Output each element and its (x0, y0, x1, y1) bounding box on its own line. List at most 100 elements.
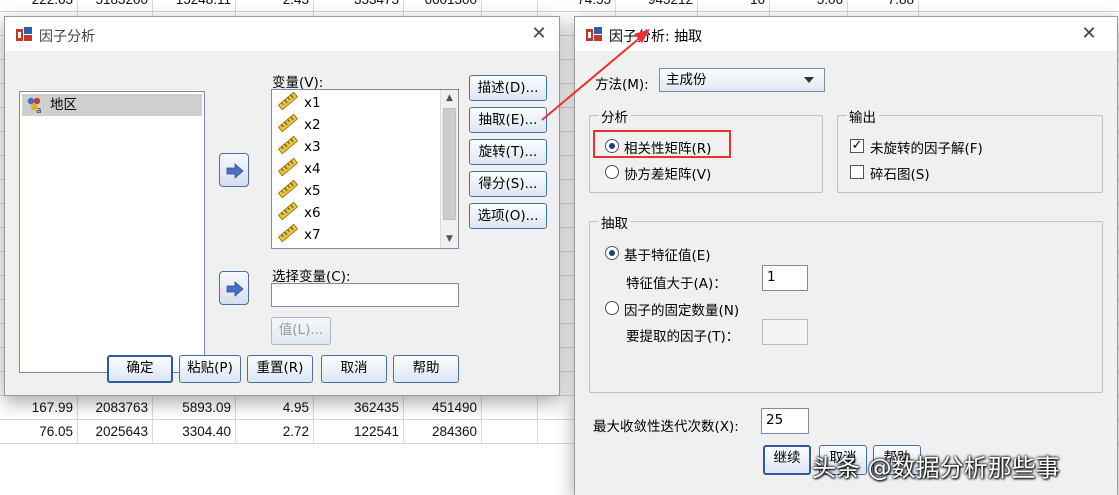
unrotated-solution-checkbox[interactable]: ✓ (850, 139, 864, 153)
sheet-cell[interactable]: 2.72 (236, 420, 314, 444)
list-item[interactable]: a 地区 (22, 94, 202, 116)
sheet-cell[interactable]: 5.06 (770, 0, 848, 12)
scroll-thumb[interactable] (443, 108, 456, 220)
scale-variable-icon (278, 158, 298, 176)
eigenvalue-radio[interactable] (605, 246, 619, 260)
close-icon[interactable]: ✕ (525, 21, 553, 47)
eigenvalue-threshold-field[interactable]: 1 (762, 265, 808, 291)
variable-item[interactable]: x2 (278, 114, 321, 136)
selection-variable-label: 选择变量(C): (272, 269, 351, 285)
sheet-cell[interactable] (482, 420, 538, 444)
title-bar[interactable]: 因子分析 ✕ (5, 17, 559, 51)
max-iterations-field[interactable]: 25 (761, 408, 809, 434)
sheet-cell[interactable] (482, 396, 538, 420)
sheet-cell[interactable]: 3304.40 (153, 420, 236, 444)
fixed-factors-radio[interactable] (605, 301, 619, 315)
help-button[interactable]: 帮助 (393, 355, 459, 383)
reset-button[interactable]: 重置(R) (247, 355, 313, 383)
chevron-down-icon (804, 77, 814, 83)
variable-label: x7 (304, 227, 321, 243)
sheet-cell[interactable]: 5893.09 (153, 396, 236, 420)
covariance-matrix-label[interactable]: 协方差矩阵(V) (624, 163, 711, 183)
scroll-up-icon[interactable]: ▲ (441, 90, 458, 107)
spss-app-icon (16, 27, 32, 41)
max-iterations-label: 最大收敛性迭代次数(X): (593, 419, 739, 435)
scale-variable-icon (278, 114, 298, 132)
extract-group-title: 抽取 (598, 212, 631, 232)
source-variable-list[interactable]: a 地区 (19, 91, 205, 373)
sheet-cell[interactable]: 122541 (314, 420, 404, 444)
sheet-cell[interactable]: 74.55 (538, 0, 616, 12)
spss-app-icon (586, 27, 602, 41)
selection-variable-field[interactable] (271, 283, 459, 307)
variable-item[interactable]: x6 (278, 202, 321, 224)
list-item-label: 地区 (50, 97, 77, 113)
factors-to-extract-field[interactable] (762, 319, 808, 345)
move-to-selection-button[interactable] (219, 271, 249, 305)
sheet-cell[interactable]: 362435 (314, 396, 404, 420)
sheet-cell[interactable]: 7.88 (848, 0, 919, 12)
sheet-row: 222.63518320015248.112.433334736601300 74… (0, 0, 1119, 12)
sheet-cell[interactable]: 167.99 (0, 396, 78, 420)
title-bar[interactable]: 因子分析: 抽取 ✕ (575, 17, 1117, 51)
scree-plot-label[interactable]: 碎石图(S) (870, 163, 930, 183)
variable-label: x1 (304, 95, 321, 111)
sheet-cell[interactable]: 451490 (404, 396, 482, 420)
scroll-down-icon[interactable]: ▼ (441, 231, 458, 248)
extract-button[interactable]: 抽取(E)... (469, 107, 547, 133)
fixed-factors-option-label[interactable]: 因子的固定数量(N) (624, 299, 739, 319)
sheet-cell[interactable]: 2025643 (78, 420, 153, 444)
sheet-cell[interactable]: 5183200 (78, 0, 153, 12)
method-label: 方法(M): (595, 77, 649, 93)
unrotated-solution-label[interactable]: 未旋转的因子解(F) (870, 137, 983, 157)
variable-label: x2 (304, 117, 321, 133)
ok-button[interactable]: 确定 (107, 355, 173, 383)
score-button[interactable]: 得分(S)... (469, 171, 547, 197)
move-to-variables-button[interactable] (219, 153, 249, 187)
sheet-cell[interactable]: 76.05 (0, 420, 78, 444)
sheet-cell[interactable]: 945212 (616, 0, 698, 12)
variable-label: x3 (304, 139, 321, 155)
sheet-cell[interactable]: 2083763 (78, 396, 153, 420)
covariance-matrix-radio[interactable] (605, 165, 619, 179)
variable-item[interactable]: x3 (278, 136, 321, 158)
variable-item[interactable]: x4 (278, 158, 321, 180)
variables-label: 变量(V): (272, 75, 324, 91)
paste-button[interactable]: 粘贴(P) (179, 355, 241, 383)
correlation-highlight-box (593, 130, 731, 158)
sheet-cell[interactable]: 222.63 (0, 0, 78, 12)
continue-button[interactable]: 继续 (763, 445, 811, 475)
factors-to-extract-label: 要提取的因子(T)： (626, 329, 740, 345)
sheet-cell[interactable]: 2.43 (236, 0, 314, 12)
variable-item[interactable]: x5 (278, 180, 321, 202)
scale-variable-icon (278, 224, 298, 242)
sheet-cell[interactable]: 15248.11 (153, 0, 236, 12)
rotate-button[interactable]: 旋转(T)... (469, 139, 547, 165)
variable-label: x4 (304, 161, 321, 177)
scale-variable-icon (278, 202, 298, 220)
scree-plot-checkbox[interactable] (850, 165, 864, 179)
output-group-title: 输出 (846, 106, 879, 126)
cancel-button[interactable]: 取消 (321, 355, 387, 383)
method-value: 主成份 (666, 72, 707, 88)
extract-criteria-group: 抽取 基于特征值(E) 特征值大于(A)： 1 因子的固定数量(N) 要提取的因… (589, 212, 1103, 393)
sheet-cell[interactable]: 4.95 (236, 396, 314, 420)
variables-list[interactable]: ▲ ▼ x1 x2 x3 x4 x5 x6 x7 (271, 89, 459, 249)
sheet-cell[interactable]: 16 (698, 0, 770, 12)
svg-text:a: a (36, 106, 42, 114)
close-icon[interactable]: ✕ (1075, 21, 1103, 47)
sheet-cell[interactable]: 333473 (314, 0, 404, 12)
sheet-cell[interactable] (482, 0, 538, 12)
sheet-cell[interactable]: 284360 (404, 420, 482, 444)
variable-item[interactable]: x1 (278, 92, 321, 114)
value-button[interactable]: 值(L)... (271, 317, 331, 345)
variables-scrollbar[interactable]: ▲ ▼ (440, 90, 458, 248)
describe-button[interactable]: 描述(D)... (469, 75, 547, 101)
options-button[interactable]: 选项(O)... (469, 203, 547, 229)
sheet-cell[interactable]: 6601300 (404, 0, 482, 12)
eigenvalue-option-label[interactable]: 基于特征值(E) (624, 244, 711, 264)
variable-item[interactable]: x7 (278, 224, 321, 246)
right-arrow-icon (226, 163, 244, 179)
scale-variable-icon (278, 180, 298, 198)
method-select[interactable]: 主成份 (659, 68, 825, 92)
